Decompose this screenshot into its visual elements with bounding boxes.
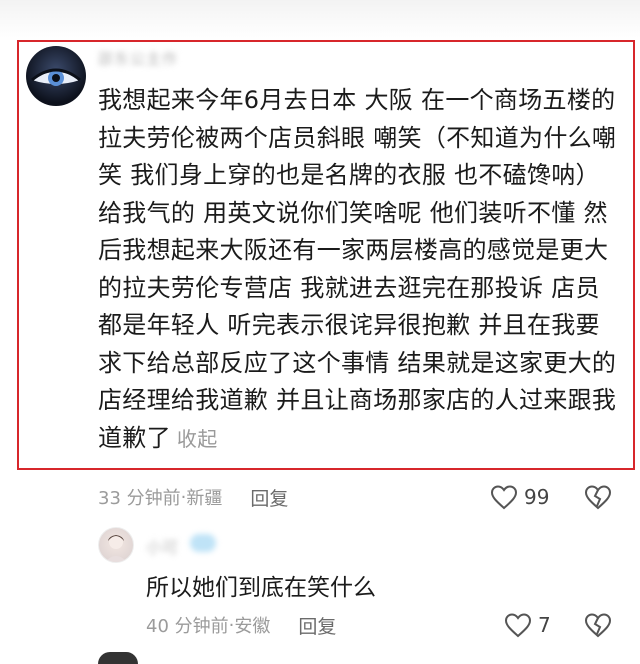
avatar[interactable] — [26, 46, 86, 106]
reply-location: 安徽 — [234, 616, 271, 637]
reply-text: 所以她们到底在笑什么 — [146, 575, 376, 601]
reply-user-badge — [190, 534, 216, 552]
comment-time: 33 分钟前 — [98, 488, 181, 509]
comment-location: 新疆 — [186, 488, 223, 509]
reply-meta: 40 分钟前 · 安徽 回复 — [146, 611, 336, 639]
like-count: 99 — [524, 485, 550, 509]
comment-text: 我想起来今年6月去日本 大阪 在一个商场五楼的 拉夫劳伦被两个店员斜眼 嘲笑（不… — [98, 82, 618, 458]
reply-avatar[interactable] — [98, 527, 134, 563]
reply-button[interactable]: 回复 — [298, 612, 336, 639]
comment-body: 我想起来今年6月去日本 大阪 在一个商场五楼的 拉夫劳伦被两个店员斜眼 嘲笑（不… — [98, 86, 617, 452]
reply-dislike-button[interactable] — [584, 612, 612, 642]
broken-heart-icon — [584, 485, 612, 510]
reply-button[interactable]: 回复 — [250, 484, 288, 511]
comment-meta: 33 分钟前 · 新疆 回复 — [98, 483, 288, 511]
top-fade — [0, 0, 640, 38]
next-avatar-peek — [98, 652, 138, 664]
collapse-link[interactable]: 收起 — [177, 427, 218, 451]
heart-icon — [504, 613, 532, 638]
reply-username[interactable]: 小可 — [146, 534, 178, 558]
like-button[interactable]: 99 — [490, 482, 549, 512]
reply-time: 40 分钟前 — [146, 616, 229, 637]
heart-icon — [490, 485, 518, 510]
broken-heart-icon — [584, 613, 612, 638]
reply-like-button[interactable]: 7 — [504, 610, 551, 640]
reply-like-count: 7 — [538, 613, 551, 637]
comment-username[interactable]: 邵东公主作 — [98, 48, 178, 68]
dislike-button[interactable] — [584, 484, 612, 514]
